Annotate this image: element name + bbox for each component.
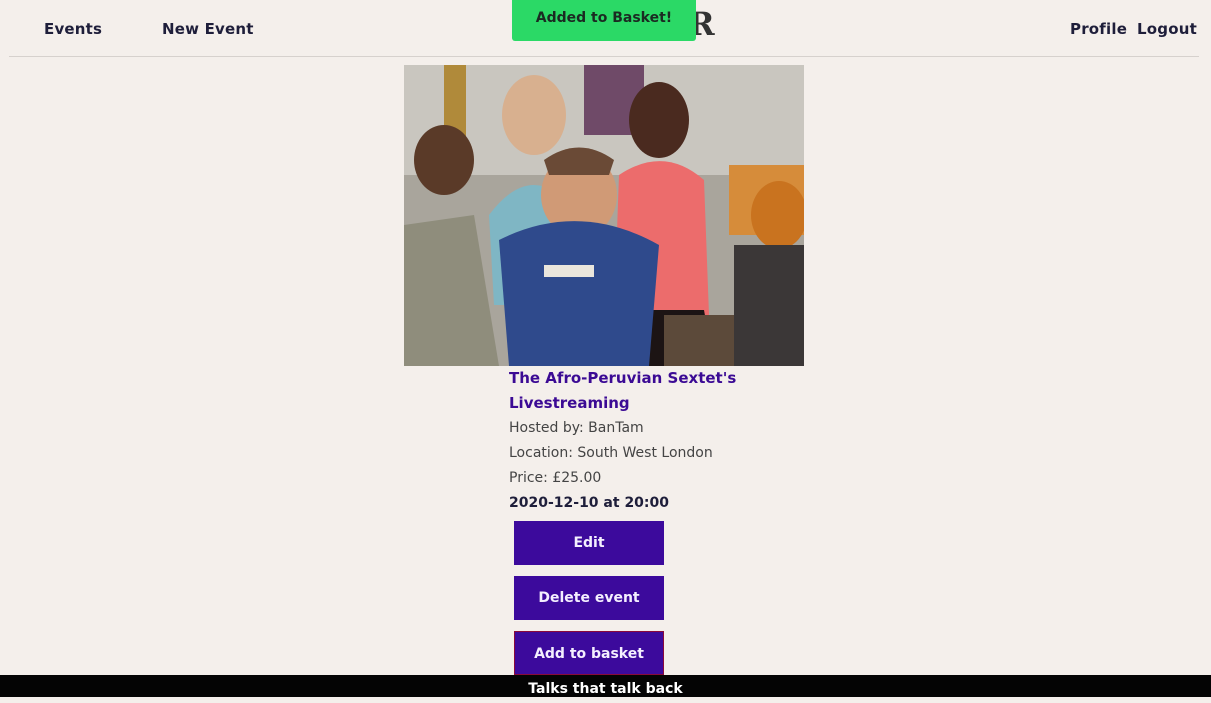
event-host: Hosted by: BanTam — [509, 420, 644, 436]
event-details: The Afro-Peruvian Sextet's Livestreaming… — [509, 367, 739, 516]
added-to-basket-toast: Added to Basket! — [512, 0, 696, 41]
nav-logout-link[interactable]: Logout — [1137, 20, 1197, 38]
add-to-basket-button[interactable]: Add to basket — [514, 631, 664, 675]
event-price: Price: £25.00 — [509, 470, 602, 486]
event-datetime: 2020-12-10 at 20:00 — [509, 495, 670, 511]
event-title[interactable]: The Afro-Peruvian Sextet's Livestreaming — [509, 366, 739, 416]
event-location: Location: South West London — [509, 445, 713, 461]
nav-events-link[interactable]: Events — [44, 20, 102, 38]
nav-new-event-link[interactable]: New Event — [162, 20, 254, 38]
footer-tagline: Talks that talk back — [0, 675, 1211, 697]
nav-profile-link[interactable]: Profile — [1070, 20, 1127, 38]
delete-event-button[interactable]: Delete event — [514, 576, 664, 620]
edit-button[interactable]: Edit — [514, 521, 664, 565]
band-photo-illustration — [404, 65, 804, 366]
event-photo — [404, 65, 804, 366]
